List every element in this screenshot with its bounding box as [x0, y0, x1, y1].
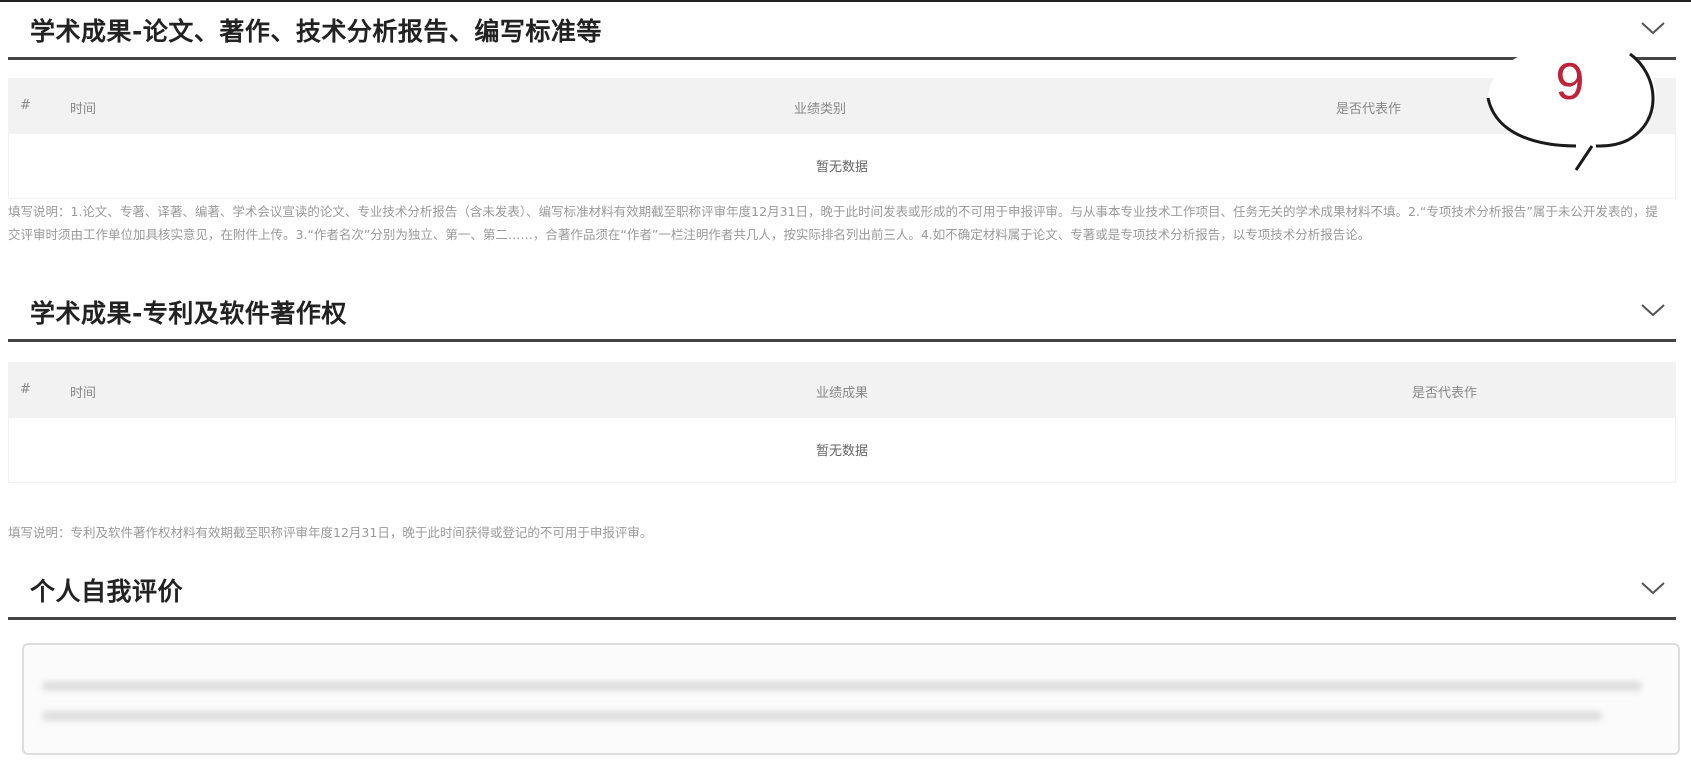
empty-state: 暂无数据	[815, 444, 868, 459]
column-header-time: 时间	[70, 386, 97, 401]
chevron-down-icon[interactable]	[1640, 302, 1666, 318]
chevron-down-icon[interactable]	[1640, 20, 1666, 36]
column-header-index: #	[20, 98, 31, 113]
redacted-text-line	[42, 681, 1642, 691]
section-title: 学术成果-论文、著作、技术分析报告、编写标准等	[30, 17, 602, 46]
empty-state: 暂无数据	[815, 160, 868, 175]
fill-instructions: 填写说明：1.论文、专著、译著、编著、学术会议宣读的论文、专业技术分析报告（含未…	[8, 204, 1658, 242]
column-header-representative: 是否代表作	[1412, 386, 1478, 401]
papers-table: # 时间 业绩类别 是否代表作 暂无数据	[8, 78, 1676, 199]
column-header-time: 时间	[70, 102, 97, 117]
column-header-index: #	[20, 382, 31, 397]
section-title: 个人自我评价	[30, 577, 184, 606]
section-header-papers[interactable]: 学术成果-论文、著作、技术分析报告、编写标准等	[8, 0, 1676, 60]
table-body: 暂无数据	[8, 418, 1676, 483]
column-header-category: 业绩类别	[794, 102, 847, 117]
column-header-representative: 是否代表作	[1336, 102, 1402, 117]
table-header: # 时间 业绩类别 是否代表作	[8, 78, 1676, 134]
annotation-number: 9	[1555, 53, 1585, 111]
column-header-achievement: 业绩成果	[816, 386, 869, 401]
patents-table: # 时间 业绩成果 是否代表作 暂无数据	[8, 362, 1676, 483]
section-header-self-eval[interactable]: 个人自我评价	[8, 560, 1676, 620]
section-header-patents[interactable]: 学术成果-专利及软件著作权	[8, 282, 1676, 342]
fill-instructions: 填写说明：专利及软件著作权材料有效期截至职称评审年度12月31日，晚于此时间获得…	[8, 525, 653, 540]
section-divider	[8, 617, 1676, 620]
table-body: 暂无数据	[8, 134, 1676, 199]
section-divider	[8, 57, 1676, 60]
redacted-text-line	[42, 711, 1602, 721]
section-divider	[8, 339, 1676, 342]
chevron-down-icon[interactable]	[1640, 580, 1666, 596]
self-evaluation-textarea[interactable]	[22, 643, 1680, 755]
table-header: # 时间 业绩成果 是否代表作	[8, 362, 1676, 418]
section-title: 学术成果-专利及软件著作权	[30, 299, 347, 328]
